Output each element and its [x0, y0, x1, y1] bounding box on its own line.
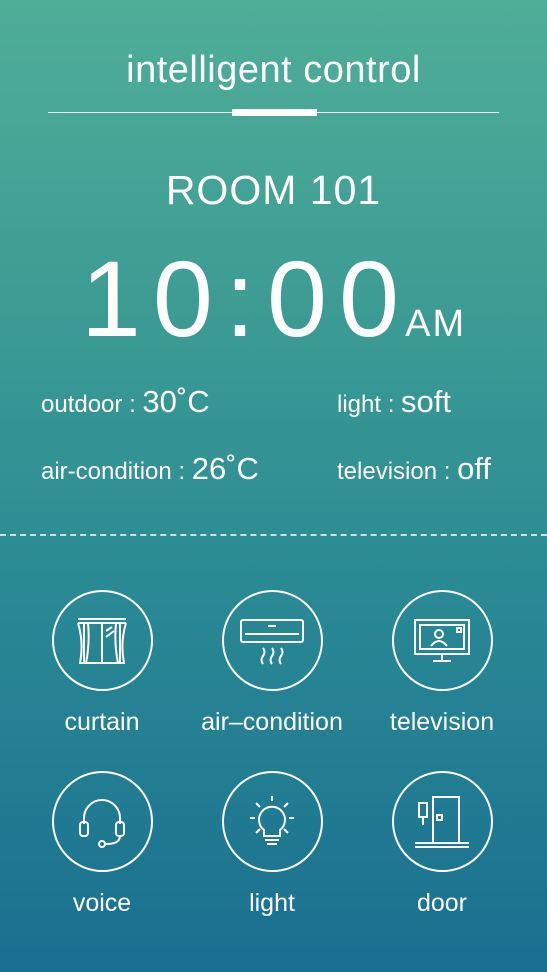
stat-light: light : soft [337, 384, 451, 423]
door-button[interactable] [391, 771, 493, 872]
light-button[interactable] [221, 771, 323, 872]
control-air-condition-label: air–condition [201, 708, 343, 736]
headset-icon [79, 798, 125, 848]
control-door-label: door [416, 889, 468, 917]
stat-light-label: light : [337, 391, 395, 418]
stat-air-condition: air-condition : 26˚C [41, 451, 259, 490]
clock-display: 10:00AM [0, 244, 547, 387]
stat-outdoor-value: 30˚C [142, 384, 210, 419]
control-voice-label: voice [72, 889, 132, 917]
control-door[interactable]: door [357, 771, 527, 918]
curtain-button[interactable] [51, 590, 153, 691]
television-button[interactable] [391, 590, 493, 691]
stat-air-condition-label: air-condition : [41, 458, 186, 485]
section-divider [0, 534, 547, 536]
control-air-condition[interactable]: air–condition [187, 590, 357, 737]
control-curtain[interactable]: curtain [17, 590, 187, 737]
air-conditioner-icon [240, 618, 304, 665]
stat-air-condition-value: 26˚C [191, 451, 259, 486]
stat-television-value: off [457, 451, 491, 486]
stat-television-label: television : [337, 458, 451, 485]
control-light-label: light [249, 889, 295, 917]
control-television[interactable]: television [357, 590, 527, 737]
control-voice[interactable]: voice [17, 771, 187, 918]
light-bulb-icon [250, 795, 294, 845]
air-condition-button[interactable] [221, 590, 323, 691]
stat-outdoor-label: outdoor : [41, 391, 136, 418]
curtain-icon [77, 617, 127, 664]
voice-button[interactable] [51, 771, 153, 872]
clock-time: 10:00 [80, 238, 412, 359]
clock-ampm: AM [405, 303, 467, 345]
control-light[interactable]: light [187, 771, 357, 918]
stat-outdoor: outdoor : 30˚C [41, 384, 210, 423]
control-television-label: television [389, 708, 495, 736]
television-icon [414, 618, 470, 662]
title-accent-bar [232, 109, 317, 116]
door-icon [415, 795, 469, 848]
stat-television: television : off [337, 451, 491, 490]
page-title: intelligent control [126, 49, 421, 91]
control-curtain-label: curtain [64, 708, 140, 736]
stat-light-value: soft [401, 384, 452, 419]
room-name: ROOM 101 [165, 167, 382, 213]
